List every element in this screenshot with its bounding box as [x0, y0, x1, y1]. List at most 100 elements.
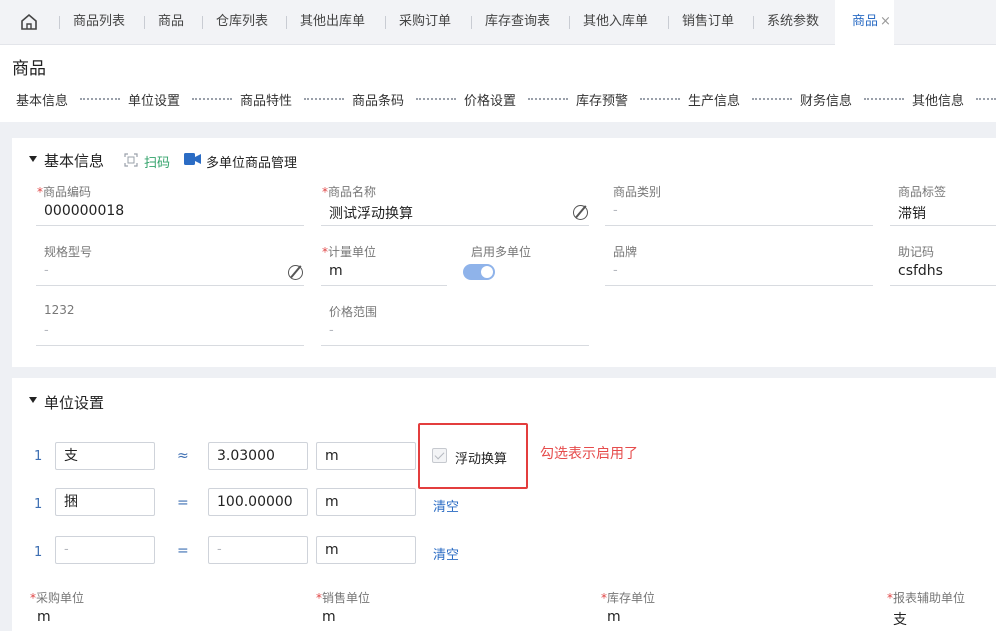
anchor-unit-settings[interactable]: 单位设置: [128, 90, 180, 109]
tab-sales-order[interactable]: 销售订单: [667, 0, 734, 45]
price-range-value[interactable]: -: [329, 323, 334, 338]
sales-unit-label: *销售单位: [316, 589, 370, 606]
anchor-connector: [976, 98, 996, 100]
tab-product-list[interactable]: 商品列表: [58, 0, 125, 45]
anchor-price-settings[interactable]: 价格设置: [464, 90, 516, 109]
base-unit-input[interactable]: m: [316, 536, 416, 564]
anchor-connector: [304, 98, 344, 100]
stock-unit-label-text: 库存单位: [607, 591, 656, 605]
report-unit-label-text: 报表辅助单位: [893, 591, 966, 605]
tab-other-inbound[interactable]: 其他入库单: [568, 0, 648, 45]
purchase-unit-value[interactable]: m: [37, 609, 51, 625]
unit-settings-card: [12, 378, 996, 631]
sales-unit-label-text: 销售单位: [322, 591, 371, 605]
conversion-operator: =: [177, 543, 189, 559]
custom-field-label: 1232: [44, 303, 75, 317]
anchor-connector: [864, 98, 904, 100]
tab-close-icon[interactable]: ×: [880, 14, 891, 29]
page-title: 商品: [12, 59, 46, 79]
translate-icon[interactable]: [573, 205, 588, 220]
tag-value[interactable]: 滞销: [898, 203, 926, 223]
anchor-connector: [192, 98, 232, 100]
price-range-label: 价格范围: [329, 305, 378, 319]
home-icon[interactable]: [20, 13, 38, 31]
price-range-underline: [321, 345, 589, 346]
spec-label: 规格型号: [44, 245, 93, 259]
code-label: *商品编码: [37, 183, 91, 200]
collapse-caret-icon[interactable]: [29, 397, 37, 403]
conversion-rate-input[interactable]: 100.00000: [208, 488, 308, 516]
basic-info-title: 基本信息: [44, 152, 105, 170]
anchor-stock-alert[interactable]: 库存预警: [576, 90, 628, 109]
name-label: *商品名称: [322, 183, 376, 200]
scan-button[interactable]: 扫码: [144, 152, 170, 171]
conversion-rate-input[interactable]: -: [208, 536, 308, 564]
base-unit-input[interactable]: m: [316, 442, 416, 470]
tag-underline: [890, 225, 996, 226]
mnemonic-value[interactable]: csfdhs: [898, 263, 943, 279]
category-underline: [605, 225, 873, 226]
spec-value[interactable]: -: [44, 263, 49, 278]
sales-unit-value[interactable]: m: [322, 609, 336, 625]
anchor-barcode[interactable]: 商品条码: [352, 90, 404, 109]
anchor-production[interactable]: 生产信息: [688, 90, 740, 109]
tab-inventory-query[interactable]: 库存查询表: [470, 0, 550, 45]
base-unit-input[interactable]: m: [316, 488, 416, 516]
anchor-product-features[interactable]: 商品特性: [240, 90, 292, 109]
annotation-highlight-box: [418, 423, 528, 489]
report-unit-value[interactable]: 支: [893, 609, 907, 629]
collapse-caret-icon[interactable]: [29, 156, 37, 162]
anchor-other[interactable]: 其他信息: [912, 90, 964, 109]
multi-unit-manage-link[interactable]: 多单位商品管理: [206, 152, 297, 171]
aux-unit-input[interactable]: 支: [55, 442, 155, 470]
report-unit-label: *报表辅助单位: [887, 589, 965, 606]
category-value[interactable]: -: [613, 203, 618, 218]
unit-settings-title: 单位设置: [44, 394, 105, 412]
anchor-connector: [752, 98, 792, 100]
purchase-unit-label: *采购单位: [30, 589, 84, 606]
anchor-basic-info[interactable]: 基本信息: [16, 90, 68, 109]
spec-underline: [36, 285, 304, 286]
stock-unit-value[interactable]: m: [607, 609, 621, 625]
multi-unit-toggle[interactable]: [463, 264, 495, 280]
tab-product[interactable]: 商品: [143, 0, 184, 45]
tab-other-outbound[interactable]: 其他出库单: [285, 0, 365, 45]
name-value[interactable]: 测试浮动换算: [329, 203, 413, 223]
brand-underline: [605, 285, 873, 286]
unit-row-index: 1: [34, 497, 43, 512]
conversion-operator: =: [177, 495, 189, 511]
anchor-connector: [80, 98, 120, 100]
purchase-unit-label-text: 采购单位: [36, 591, 85, 605]
tab-active-label: 商品: [852, 14, 879, 29]
clear-button[interactable]: 清空: [433, 496, 459, 515]
custom-field-underline: [36, 345, 304, 346]
translate-icon[interactable]: [288, 265, 303, 280]
anchor-finance[interactable]: 财务信息: [800, 90, 852, 109]
brand-value[interactable]: -: [613, 263, 618, 278]
anchor-connector: [640, 98, 680, 100]
unit-label-text: 计量单位: [328, 245, 377, 259]
custom-field-value[interactable]: -: [44, 323, 49, 338]
tab-product-active[interactable]: 商品 ×: [835, 0, 894, 45]
clear-button[interactable]: 清空: [433, 544, 459, 563]
tab-warehouse-list[interactable]: 仓库列表: [201, 0, 268, 45]
unit-row-index: 1: [34, 545, 43, 560]
aux-unit-input[interactable]: -: [55, 536, 155, 564]
tab-system-params[interactable]: 系统参数: [752, 0, 819, 45]
mnemonic-underline: [890, 285, 996, 286]
aux-unit-input[interactable]: 捆: [55, 488, 155, 516]
code-value[interactable]: 000000018: [44, 203, 124, 219]
video-icon[interactable]: [184, 153, 201, 165]
anchor-connector: [416, 98, 456, 100]
name-underline: [321, 225, 589, 226]
tab-bar: 商品列表 商品 仓库列表 其他出库单 采购订单 库存查询表 其他入库单 销售订单…: [0, 0, 996, 45]
unit-value[interactable]: m: [329, 263, 343, 279]
mnemonic-label: 助记码: [898, 245, 935, 259]
category-label: 商品类别: [613, 185, 662, 199]
multi-unit-label: 启用多单位: [471, 245, 532, 259]
code-label-text: 商品编码: [43, 185, 92, 199]
tab-purchase-order[interactable]: 采购订单: [384, 0, 451, 45]
scan-icon[interactable]: [124, 153, 138, 167]
brand-label: 品牌: [613, 245, 638, 259]
conversion-rate-input[interactable]: 3.03000: [208, 442, 308, 470]
